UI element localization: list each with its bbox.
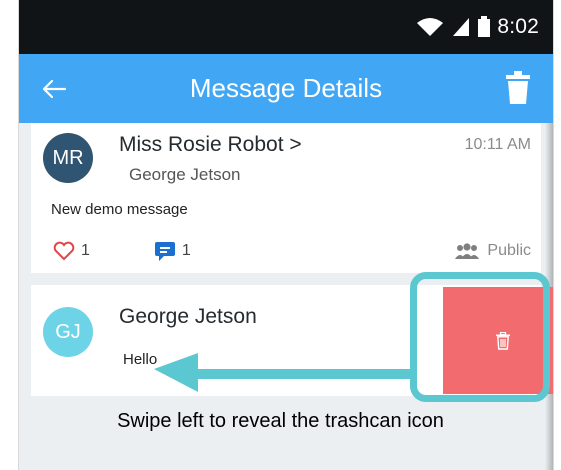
screenshot-frame: 8:02 Message Details MR Miss Rosie Robot… — [0, 0, 561, 470]
swipe-left-arrow-icon — [154, 353, 410, 392]
caption-text: Swipe left to reveal the trashcan icon — [117, 410, 444, 432]
